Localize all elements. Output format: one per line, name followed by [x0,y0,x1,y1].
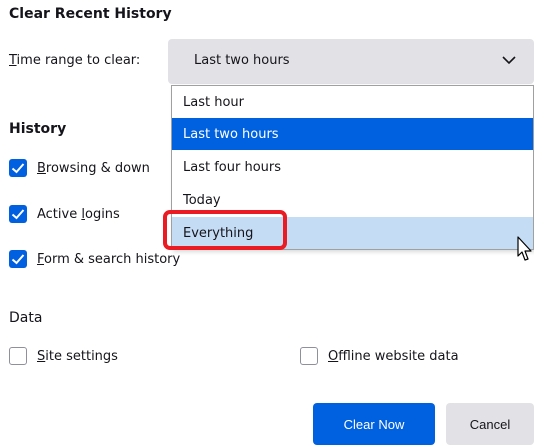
active-logins-label-pre: Active [37,206,82,222]
active-logins-checkbox[interactable] [9,205,27,223]
cancel-button[interactable]: Cancel [446,403,534,445]
option-last-four-hours[interactable]: Last four hours [172,151,533,183]
active-logins-label-text: ogins [84,206,120,222]
active-logins-checkbox-row[interactable]: Active logins [9,205,120,223]
browsing-history-label: Browsing & down [37,161,150,176]
form-search-label-text: orm & search history [44,251,181,267]
time-range-label-text: ime range to clear: [16,53,141,68]
option-last-two-hours[interactable]: Last two hours [172,118,533,150]
data-section-title: Data [9,310,43,326]
time-range-select[interactable]: Last two hours [168,39,534,84]
form-search-accesskey: F [37,251,45,267]
active-logins-label: Active logins [37,207,120,222]
offline-data-checkbox-row[interactable]: Offline website data [300,347,459,365]
browsing-label-text: rowsing & down [45,160,150,176]
browsing-accesskey: B [37,160,46,176]
form-search-history-checkbox-row[interactable]: Form & search history [9,250,180,268]
everything-highlight-annotation [163,210,287,250]
offline-data-label-text: ffline website data [338,348,459,364]
form-search-history-checkbox[interactable] [9,250,27,268]
form-search-history-label: Form & search history [37,252,180,267]
time-range-accesskey: T [9,53,17,68]
mouse-pointer-icon [517,236,532,261]
clear-now-button[interactable]: Clear Now [313,403,435,445]
clear-history-dialog: Clear Recent History Time range to clear… [0,0,534,445]
option-last-hour[interactable]: Last hour [172,86,533,118]
dialog-title: Clear Recent History [9,6,172,22]
checkmark-icon [11,254,25,265]
browsing-history-checkbox[interactable] [9,159,27,177]
offline-data-checkbox[interactable] [300,347,318,365]
chevron-down-icon [502,56,516,65]
checkmark-icon [11,209,25,220]
time-range-label: Time range to clear: [9,53,140,68]
site-settings-label-text: ite settings [45,348,118,364]
site-settings-checkbox-row[interactable]: Site settings [9,347,118,365]
offline-data-label: Offline website data [328,349,459,364]
site-settings-label: Site settings [37,349,118,364]
site-settings-checkbox[interactable] [9,347,27,365]
offline-data-accesskey: O [328,348,339,364]
browsing-history-checkbox-row[interactable]: Browsing & down [9,159,150,177]
time-range-selected-value: Last two hours [194,53,290,68]
history-section-title: History [9,121,67,137]
checkmark-icon [11,163,25,174]
